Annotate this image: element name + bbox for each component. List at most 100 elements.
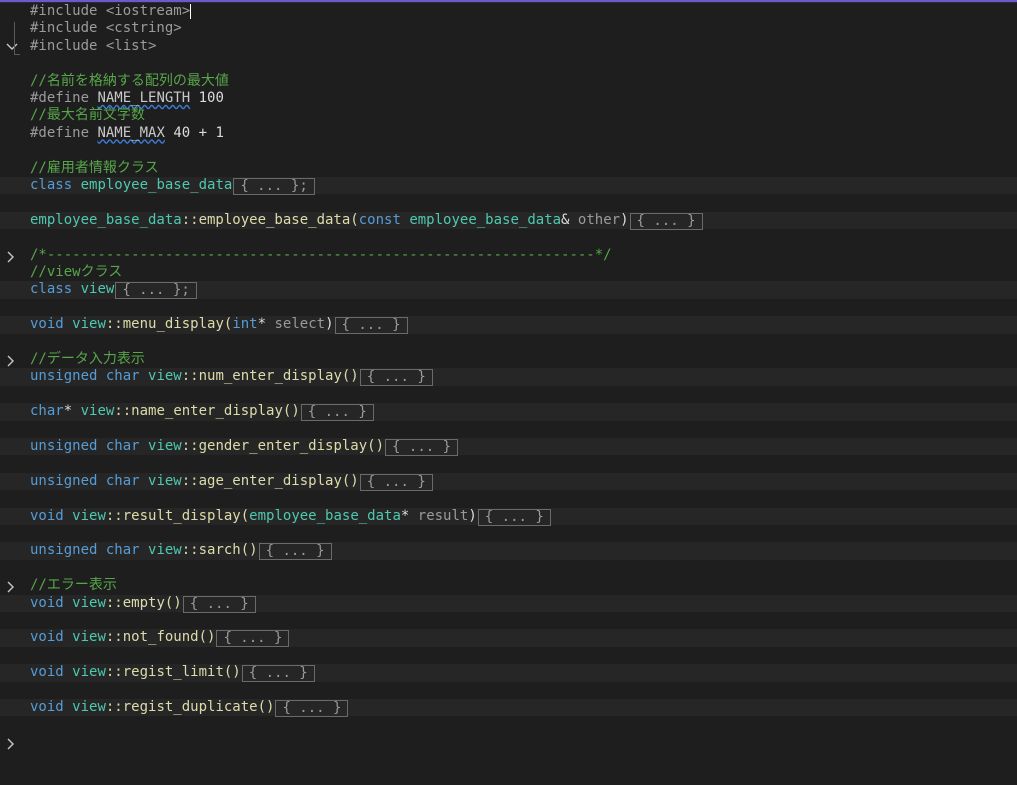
class-name: employee_base_data — [80, 177, 233, 193]
type-name: employee_base_data — [249, 507, 401, 524]
collapsed-region[interactable]: { ... } — [216, 630, 290, 648]
chevron-right-icon[interactable] — [6, 368, 20, 419]
function-name: ::regist_limit() — [105, 664, 241, 681]
collapsed-region[interactable]: { ... } — [334, 317, 408, 335]
class-name: view — [72, 316, 106, 333]
function-name: ::employee_base_data( — [181, 211, 359, 228]
keyword: const — [358, 211, 401, 228]
class-name: view — [72, 629, 106, 646]
chevron-down-icon[interactable] — [6, 3, 20, 50]
code-line[interactable]: unsigned char view::sarch(){ ... } — [0, 542, 1017, 593]
class-name: view — [72, 507, 106, 524]
code-line[interactable]: void view::result_display(employee_base_… — [0, 507, 1017, 558]
code-line[interactable]: //エラー表示 — [0, 577, 1017, 594]
function-name: ::menu_display( — [105, 316, 233, 333]
collapsed-region[interactable]: { ... }; — [115, 282, 197, 300]
class-name: view — [72, 664, 106, 681]
function-name: ::age_enter_display() — [181, 472, 359, 489]
class-name: view — [148, 438, 182, 454]
chevron-right-icon[interactable] — [6, 542, 20, 593]
code-line[interactable]: unsigned char view::num_enter_display(){… — [0, 368, 1017, 419]
chevron-right-icon[interactable] — [6, 629, 20, 680]
chevron-right-icon[interactable] — [6, 473, 20, 524]
chevron-right-icon[interactable] — [6, 664, 20, 715]
collapsed-region[interactable]: { ... } — [359, 369, 433, 387]
code-line[interactable]: char* view::name_enter_display(){ ... } — [0, 403, 1017, 454]
code-line[interactable]: class view{ ... }; — [0, 281, 1017, 332]
text-cursor — [190, 4, 192, 19]
code-line[interactable]: /*--------------------------------------… — [0, 247, 1017, 264]
collapsed-region[interactable]: { ... }; — [233, 178, 315, 195]
keyword: void — [30, 699, 64, 715]
define-keyword: #define — [30, 124, 90, 141]
keyword: class — [30, 177, 73, 193]
collapsed-region[interactable]: { ... } — [359, 473, 433, 491]
keyword: int — [232, 316, 258, 333]
include-directive: #include <iostream> — [30, 3, 191, 19]
code-line[interactable]: //viewクラス — [0, 264, 1017, 281]
code-line[interactable]: //データ入力表示 — [0, 351, 1017, 368]
class-name: view — [72, 699, 106, 715]
function-name: ::empty() — [105, 594, 182, 611]
parameter: other — [577, 211, 621, 228]
close-paren: ) — [325, 316, 334, 333]
keyword: unsigned char — [30, 472, 140, 489]
chevron-right-icon[interactable] — [6, 281, 20, 332]
code-line[interactable]: employee_base_data::employee_base_data(c… — [0, 211, 1017, 263]
code-line[interactable]: #include <list> — [0, 38, 1017, 55]
collapsed-region[interactable]: { ... } — [385, 439, 459, 456]
code-line[interactable]: //雇用者情報クラス — [0, 160, 1017, 177]
class-name: view — [148, 472, 182, 489]
macro-value: 40 + 1 — [173, 124, 224, 141]
code-line[interactable]: #define NAME_MAX 40 + 1 — [0, 125, 1017, 142]
function-name: ::num_enter_display() — [181, 368, 359, 385]
code-line[interactable]: class employee_base_data{ ... }; — [0, 177, 1017, 228]
collapsed-region[interactable]: { ... } — [182, 595, 256, 613]
include-directive: #include <list> — [30, 37, 157, 54]
keyword: void — [30, 664, 64, 681]
chevron-right-icon[interactable] — [6, 316, 20, 367]
collapsed-region[interactable]: { ... } — [300, 404, 374, 422]
keyword: void — [30, 594, 64, 611]
chevron-right-icon[interactable] — [6, 508, 20, 558]
code-line[interactable]: unsigned char view::gender_enter_display… — [0, 438, 1017, 489]
code-line[interactable]: #include <iostream> — [0, 3, 1017, 50]
function-name: ::sarch() — [181, 542, 258, 559]
close-paren: ) — [468, 507, 477, 524]
code-line[interactable]: void view::menu_display(int* select){ ..… — [0, 316, 1017, 367]
function-name: ::result_display( — [105, 507, 250, 524]
chevron-right-icon[interactable] — [6, 177, 20, 228]
class-name: view — [80, 403, 115, 420]
comment: //viewクラス — [30, 264, 123, 280]
collapsed-region[interactable]: { ... } — [241, 665, 315, 683]
parameter: select — [274, 316, 326, 333]
collapsed-region[interactable]: { ... } — [477, 508, 551, 526]
comment: //最大名前文字数 — [30, 107, 145, 124]
pointer-symbol: * — [257, 316, 267, 333]
class-name: view — [148, 542, 182, 559]
include-directive: #include <cstring> — [30, 20, 182, 37]
chevron-right-icon[interactable] — [6, 438, 20, 489]
code-line[interactable]: void view::regist_limit(){ ... } — [0, 664, 1017, 715]
code-line[interactable]: #include <cstring> — [0, 20, 1017, 37]
code-line[interactable]: void view::regist_duplicate(){ ... } — [0, 699, 1017, 750]
chevron-right-icon[interactable] — [6, 212, 20, 263]
code-line[interactable]: void view::empty(){ ... } — [0, 594, 1017, 645]
close-paren: ) — [620, 211, 629, 228]
code-editor[interactable]: #include <iostream> #include <cstring> #… — [0, 3, 1017, 750]
class-name: view — [72, 594, 106, 611]
code-line[interactable]: unsigned char view::age_enter_display(){… — [0, 472, 1017, 524]
code-line[interactable]: void view::not_found(){ ... } — [0, 629, 1017, 680]
chevron-right-icon[interactable] — [6, 403, 20, 454]
code-line[interactable]: //名前を格納する配列の最大値 — [0, 73, 1017, 90]
code-line[interactable]: #define NAME_LENGTH 100 — [0, 90, 1017, 107]
class-name: view — [148, 368, 182, 385]
chevron-right-icon[interactable] — [6, 699, 20, 750]
collapsed-region[interactable]: { ... } — [275, 700, 349, 717]
collapsed-region[interactable]: { ... } — [629, 212, 703, 230]
comment: //名前を格納する配列の最大値 — [30, 72, 229, 89]
chevron-right-icon[interactable] — [6, 595, 20, 645]
code-line[interactable]: //最大名前文字数 — [0, 107, 1017, 124]
parameter: result — [417, 507, 469, 524]
collapsed-region[interactable]: { ... } — [258, 543, 332, 561]
